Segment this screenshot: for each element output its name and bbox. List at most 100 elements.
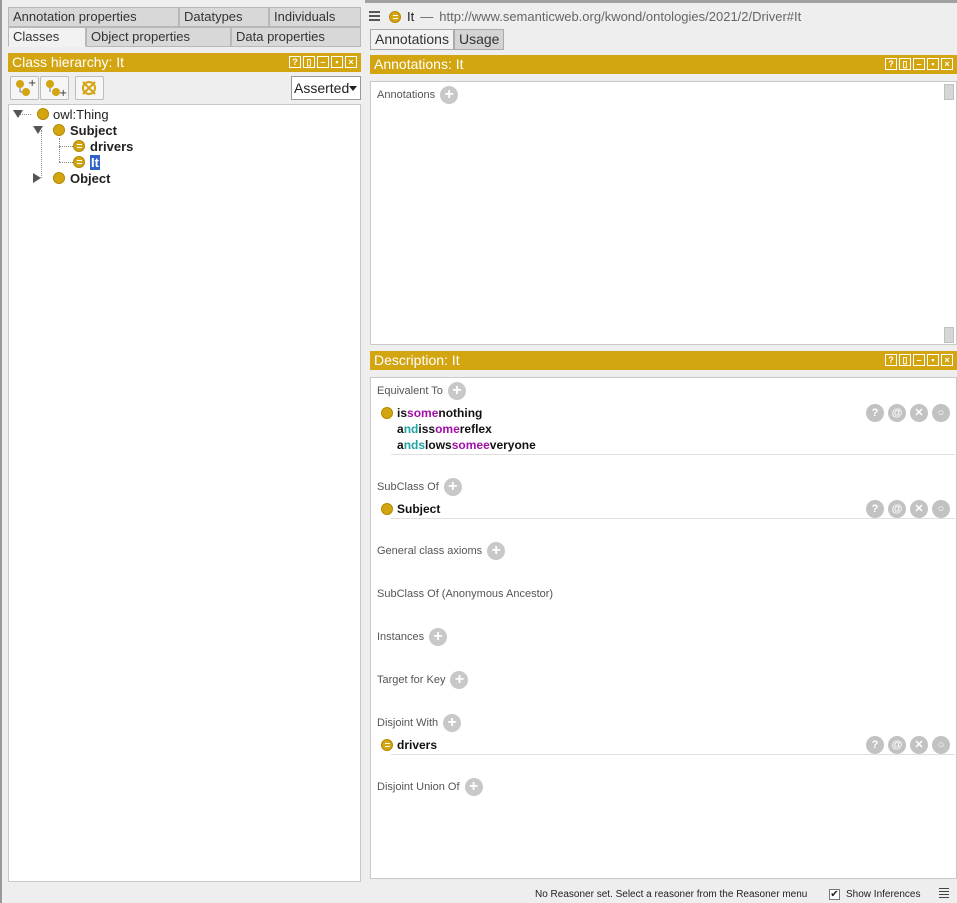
close-icon[interactable]: × xyxy=(941,58,953,70)
add-general-axiom-button[interactable]: + xyxy=(487,542,506,560)
target-for-key-section: Target for Key + xyxy=(377,671,469,689)
add-key-button[interactable]: + xyxy=(450,671,469,689)
close-icon[interactable]: × xyxy=(345,56,357,68)
split-icon[interactable]: ▯ xyxy=(303,56,315,68)
add-subclass-button[interactable]: + xyxy=(10,76,39,100)
tree-node-object[interactable]: Object xyxy=(33,170,110,186)
tab-data-properties[interactable]: Data properties xyxy=(231,27,361,47)
keyword-some: ome xyxy=(435,422,460,436)
tab-annotation-properties[interactable]: Annotation properties xyxy=(8,7,179,27)
tree-node-it[interactable]: It xyxy=(73,154,100,170)
class-icon xyxy=(53,172,65,184)
edit-icon[interactable]: ○ xyxy=(932,736,950,754)
axiom-token: veryone xyxy=(489,438,536,452)
split-icon[interactable]: ▯ xyxy=(899,354,911,366)
equivalent-axiom[interactable]: is some nothing a nd is s ome reflex a n… xyxy=(381,405,536,453)
show-inferences-checkbox[interactable]: ✔ xyxy=(829,889,840,900)
tree-node-subject[interactable]: Subject xyxy=(33,122,117,138)
add-instance-button[interactable]: + xyxy=(429,628,448,646)
explain-icon[interactable]: ? xyxy=(866,736,884,754)
add-sibling-button[interactable]: + xyxy=(40,76,69,100)
split-icon[interactable]: ▯ xyxy=(899,58,911,70)
axiom-token: lows xyxy=(425,438,452,452)
axiom-line: a nd is s ome reflex xyxy=(397,421,536,437)
hierarchy-mode-dropdown[interactable]: Asserted xyxy=(291,76,361,100)
annotate-icon[interactable]: @ xyxy=(888,404,906,422)
annotate-icon[interactable]: @ xyxy=(888,736,906,754)
edit-icon[interactable]: ○ xyxy=(932,404,950,422)
tab-classes[interactable]: Classes xyxy=(8,27,86,47)
add-annotation-button[interactable]: + xyxy=(440,86,459,104)
row-separator xyxy=(391,754,955,755)
axiom-actions: ? @ ✕ ○ xyxy=(866,404,950,422)
section-label: SubClass Of (Anonymous Ancestor) xyxy=(377,588,554,600)
explain-icon[interactable]: ? xyxy=(866,404,884,422)
add-equivalent-button[interactable]: + xyxy=(447,382,466,400)
class-icon xyxy=(381,407,393,419)
section-label: Target for Key xyxy=(377,674,446,686)
tree-node-owl-thing[interactable]: owl:Thing xyxy=(13,106,109,122)
menu-icon[interactable] xyxy=(369,11,380,23)
class-icon xyxy=(37,108,49,120)
explain-icon[interactable]: ? xyxy=(866,500,884,518)
entity-tabs: Annotations Usage xyxy=(370,29,505,50)
tree-node-drivers[interactable]: drivers xyxy=(73,138,133,154)
class-tree: owl:Thing Subject drivers It Object xyxy=(8,104,361,882)
tab-datatypes[interactable]: Datatypes xyxy=(179,7,269,27)
section-label: Equivalent To xyxy=(377,385,443,397)
tab-annotations[interactable]: Annotations xyxy=(370,29,454,50)
subclass-axiom[interactable]: Subject xyxy=(381,501,441,517)
axiom-token: a xyxy=(397,438,404,452)
minimize-icon[interactable]: – xyxy=(913,354,925,366)
collapse-icon[interactable] xyxy=(33,173,41,183)
disjoint-axiom[interactable]: drivers xyxy=(381,737,438,753)
annotate-icon[interactable]: @ xyxy=(888,500,906,518)
class-icon xyxy=(381,503,393,515)
minimize-icon[interactable]: – xyxy=(913,58,925,70)
delete-icon[interactable]: ✕ xyxy=(910,404,928,422)
add-disjoint-union-button[interactable]: + xyxy=(464,778,483,796)
top-border xyxy=(365,0,957,3)
delete-icon[interactable]: ✕ xyxy=(910,500,928,518)
view-buttons: ? ▯ – ▪ × xyxy=(885,354,953,366)
expand-icon[interactable] xyxy=(13,110,23,118)
close-icon[interactable]: × xyxy=(941,354,953,366)
delete-class-icon xyxy=(82,81,96,95)
equivalent-to-section: Equivalent To + xyxy=(377,382,466,400)
help-icon[interactable]: ? xyxy=(885,354,897,366)
disjoint-class-name: drivers xyxy=(397,738,438,752)
help-icon[interactable]: ? xyxy=(885,58,897,70)
tab-usage[interactable]: Usage xyxy=(453,29,505,50)
scrollbar-bottom[interactable] xyxy=(944,327,954,343)
add-disjoint-button[interactable]: + xyxy=(443,714,462,732)
annotations-panel: Annotations + xyxy=(370,81,957,345)
edit-icon[interactable]: ○ xyxy=(932,500,950,518)
add-superclass-button[interactable]: + xyxy=(443,478,462,496)
delete-class-button[interactable] xyxy=(75,76,104,100)
maximize-icon[interactable]: ▪ xyxy=(331,56,343,68)
maximize-icon[interactable]: ▪ xyxy=(927,354,939,366)
description-header: Description: It ? ▯ – ▪ × xyxy=(370,351,957,370)
tree-connector xyxy=(59,146,73,147)
section-label: Instances xyxy=(377,631,425,643)
maximize-icon[interactable]: ▪ xyxy=(927,58,939,70)
anonymous-ancestor-section: SubClass Of (Anonymous Ancestor) xyxy=(377,588,553,600)
axiom-token: s xyxy=(428,422,436,436)
help-icon[interactable]: ? xyxy=(289,56,301,68)
chevron-down-icon xyxy=(349,86,357,91)
disjoint-union-section: Disjoint Union Of + xyxy=(377,778,483,796)
view-buttons: ? ▯ – ▪ × xyxy=(885,58,953,70)
general-axioms-section: General class axioms + xyxy=(377,542,506,560)
left-panel: Annotation properties Datatypes Individu… xyxy=(0,0,365,903)
delete-icon[interactable]: ✕ xyxy=(910,736,928,754)
scrollbar-top[interactable] xyxy=(944,84,954,100)
description-title: Description: It xyxy=(374,352,460,368)
tab-individuals[interactable]: Individuals xyxy=(269,7,361,27)
axiom-token: s xyxy=(418,438,426,452)
superclass-name: Subject xyxy=(397,502,441,516)
tab-object-properties[interactable]: Object properties xyxy=(86,27,231,47)
expand-icon[interactable] xyxy=(33,126,43,134)
list-icon[interactable] xyxy=(939,888,949,900)
minimize-icon[interactable]: – xyxy=(317,56,329,68)
defined-class-icon xyxy=(381,739,393,751)
